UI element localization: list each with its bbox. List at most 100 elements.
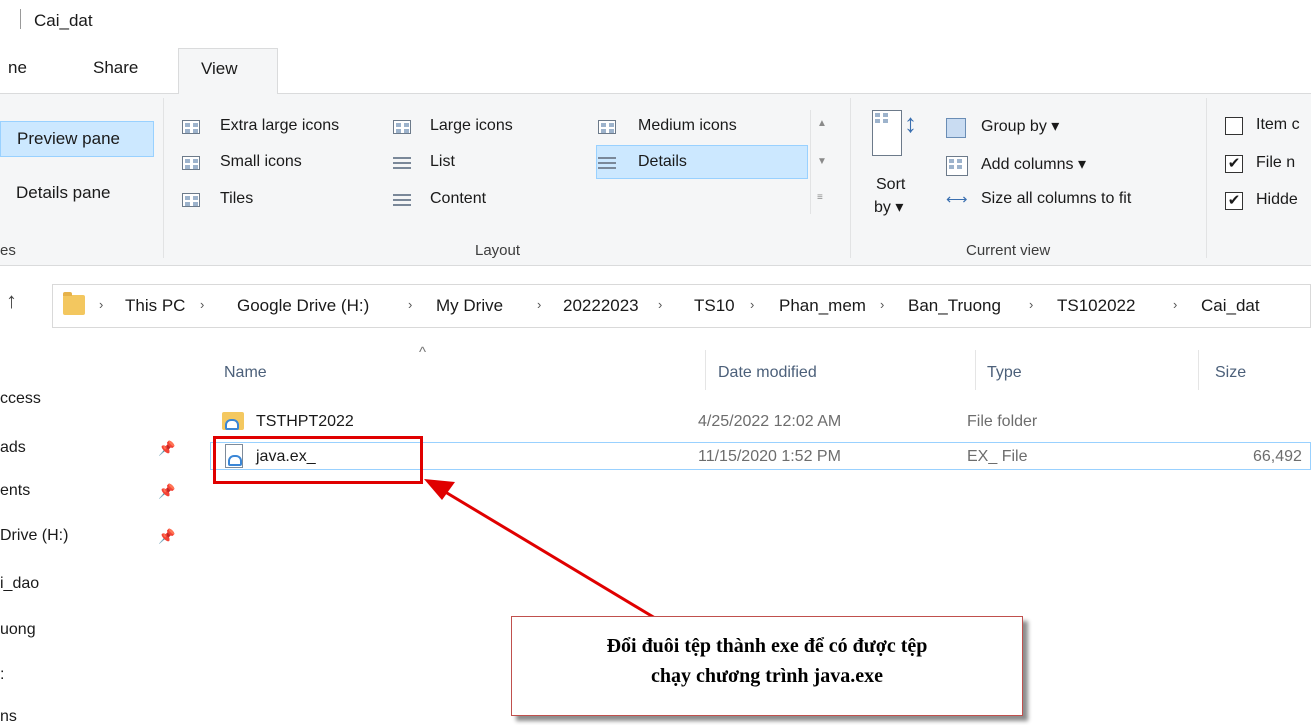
layout-scroll[interactable]: ▲ ▼ ≡ [810,110,832,214]
medium-icons-option[interactable]: Medium icons [638,117,737,135]
ribbon: Preview pane Details pane es Extra large… [0,94,1311,266]
group-divider [850,98,851,258]
sort-by-dropdown[interactable]: by ▾ [874,197,903,217]
column-header-name[interactable]: Name [224,364,267,382]
column-divider[interactable] [975,350,976,390]
scroll-more-icon[interactable]: ≡ [817,192,823,203]
nav-item-google-drive[interactable]: Drive (H:) [0,527,68,545]
column-header-date[interactable]: Date modified [718,364,817,382]
breadcrumb-ban-truong[interactable]: Ban_Truong [908,296,1001,316]
details-icon [598,156,616,170]
tab-home[interactable]: ne [8,58,27,78]
group-by-icon [946,118,966,138]
nav-item-downloads[interactable]: ads [0,439,26,457]
file-extensions-label: File n [1256,154,1296,171]
sort-arrow-icon: ↕ [904,108,917,138]
file-size: 66,492 [1253,448,1302,465]
tiles-icon [182,193,200,207]
small-icons-option[interactable]: Small icons [220,153,302,171]
chevron-right-icon[interactable]: › [750,297,754,312]
chevron-right-icon[interactable]: › [1029,297,1033,312]
column-header-size[interactable]: Size [1215,364,1246,382]
file-date: 11/15/2020 1:52 PM [698,448,841,465]
size-columns-icon: ⟷ [946,191,968,208]
tab-share[interactable]: Share [93,58,138,78]
extra-large-icons-option[interactable]: Extra large icons [220,117,339,135]
breadcrumb-my-drive[interactable]: My Drive [436,296,503,316]
nav-item-colon[interactable]: : [0,666,4,684]
add-columns-button[interactable]: Add columns ▾ [981,154,1086,174]
group-divider [1206,98,1207,258]
list-option[interactable]: List [430,153,455,171]
breadcrumb-this-pc[interactable]: This PC [125,296,185,316]
hidden-items-label: Hidde [1256,191,1298,208]
pin-icon[interactable]: 📌 [158,440,175,457]
item-checkboxes-checkbox[interactable] [1225,117,1243,135]
list-icon [393,156,411,170]
nav-item-ns[interactable]: ns [0,708,17,725]
highlight-box [213,436,423,484]
breadcrumb-google-drive[interactable]: Google Drive (H:) [237,296,369,316]
breadcrumb-phan-mem[interactable]: Phan_mem [779,296,866,316]
nav-item-quick-access[interactable]: ccess [0,390,41,408]
chevron-right-icon[interactable]: › [99,297,103,312]
group-by-button[interactable]: Group by ▾ [981,116,1059,136]
item-checkboxes-label: Item c [1256,116,1300,133]
hidden-items-checkbox[interactable]: ✔ [1225,192,1243,210]
chevron-right-icon[interactable]: › [200,297,204,312]
address-bar[interactable]: › This PC › Google Drive (H:) › My Drive… [52,284,1311,328]
file-name: TSTHPT2022 [256,413,354,430]
tab-view[interactable]: View [178,48,278,95]
nav-item-dao[interactable]: i_dao [0,575,39,593]
up-arrow-icon[interactable]: ↑ [6,288,17,314]
folder-icon [63,292,85,315]
cloud-folder-icon [222,412,244,430]
chevron-right-icon[interactable]: › [1173,297,1177,312]
file-extensions-checkbox[interactable]: ✔ [1225,155,1243,173]
details-option[interactable]: Details [638,153,687,171]
breadcrumb-20222023[interactable]: 20222023 [563,296,639,316]
size-all-columns-button[interactable]: Size all columns to fit [981,190,1131,208]
title-bar: Cai_dat [0,0,1311,44]
chevron-right-icon[interactable]: › [537,297,541,312]
content-option[interactable]: Content [430,190,486,208]
layout-group-label: Layout [475,242,521,259]
chevron-right-icon[interactable]: › [658,297,662,312]
ribbon-tabs: ne Share View [0,44,1311,95]
preview-pane-label: Preview pane [17,129,121,148]
preview-pane-button[interactable]: Preview pane [0,121,154,157]
large-icons-icon [393,120,411,134]
nav-item-truong[interactable]: uong [0,621,36,639]
file-type: EX_ File [967,448,1028,465]
callout-line-1: Đổi đuôi tệp thành exe để có được tệp [606,635,928,657]
current-view-group-label: Current view [966,242,1051,259]
chevron-right-icon[interactable]: › [408,297,412,312]
extra-large-icons-icon [182,120,200,134]
group-divider [163,98,164,258]
column-header-type[interactable]: Type [987,364,1022,382]
breadcrumb-ts102022[interactable]: TS102022 [1057,296,1135,316]
file-date: 4/25/2022 12:02 AM [698,413,842,430]
address-row: ↑ › This PC › Google Drive (H:) › My Dri… [0,266,1311,344]
column-divider[interactable] [1198,350,1199,390]
column-divider[interactable] [705,350,706,390]
details-view-highlight [596,145,808,179]
nav-item-documents[interactable]: ents [0,482,30,500]
pin-icon[interactable]: 📌 [158,528,175,545]
scroll-down-icon[interactable]: ▼ [817,156,827,167]
chevron-right-icon[interactable]: › [880,297,884,312]
file-type: File folder [967,413,1038,430]
details-pane-button[interactable]: Details pane [16,183,111,203]
pin-icon[interactable]: 📌 [158,483,175,500]
title-separator [20,9,21,29]
sort-by-label[interactable]: Sort [876,176,905,194]
breadcrumb-cai-dat[interactable]: Cai_dat [1201,296,1260,316]
table-row[interactable]: TSTHPT2022 4/25/2022 12:02 AM File folde… [210,408,1311,436]
sort-ascending-icon: ^ [419,344,427,361]
large-icons-option[interactable]: Large icons [430,117,513,135]
breadcrumb-ts10[interactable]: TS10 [694,296,735,316]
scroll-up-icon[interactable]: ▲ [817,118,827,129]
medium-icons-icon [598,120,616,134]
sort-by-icon [872,110,902,156]
tiles-option[interactable]: Tiles [220,190,253,208]
